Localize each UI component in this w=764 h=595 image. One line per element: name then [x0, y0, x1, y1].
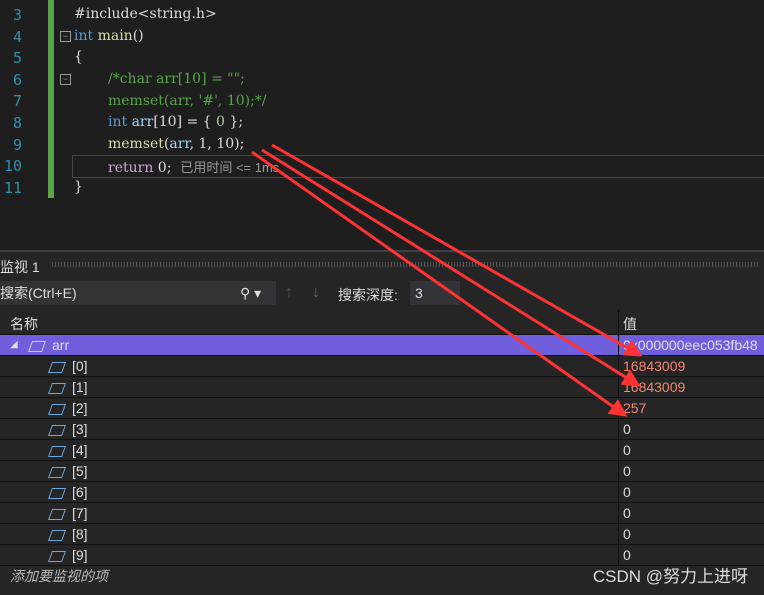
depth-label: 搜索深度:	[338, 287, 398, 303]
value-cell: 0	[618, 419, 631, 439]
watermark: CSDN @努力上进呀	[592, 567, 748, 586]
variable-icon	[47, 382, 67, 394]
table-row[interactable]: [2] 257	[0, 398, 764, 419]
fold-icon[interactable]: −	[60, 74, 71, 85]
element-name: [5]	[47, 461, 88, 481]
variable-icon	[47, 529, 67, 541]
variable-icon	[47, 361, 67, 373]
watch-panel: 监视 1 搜索(Ctrl+E) ⚲ ▾ ↑ ↓ 搜索深度: 3 名称 值 ◢ arr 0…	[0, 252, 764, 595]
line-number: 5	[12, 49, 22, 68]
watch-grid: 名称值 ◢ arr 0x000000eec053fb48 [0] 16843009 [1…	[0, 310, 764, 586]
line-number: 10	[3, 157, 22, 176]
table-row[interactable]: ◢ arr 0x000000eec053fb48	[0, 335, 764, 356]
value-cell: 0	[618, 440, 631, 460]
element-name: [1]	[47, 377, 88, 397]
table-row[interactable]: [1] 16843009	[0, 377, 764, 398]
code-editor[interactable]: − − 3 4 5 6 7 8 9 10 11 #include<string.h> int m…	[0, 0, 764, 250]
value-cell: 0x000000eec053fb48	[618, 335, 758, 355]
variable-icon	[47, 445, 67, 457]
value-cell: 0	[618, 482, 631, 502]
line-number: 11	[3, 178, 22, 197]
code-line-4: int main()	[74, 28, 144, 44]
code-line-8: int arr[10] = { 0 };	[108, 114, 244, 130]
variable-icon	[47, 466, 67, 478]
line-number: 7	[12, 92, 22, 111]
element-name: [7]	[47, 503, 88, 523]
code-line-10: return 0; 已用时间 <= 1ms	[108, 160, 280, 176]
variable-icon	[47, 487, 67, 499]
perf-tip: 已用时间 <= 1ms	[180, 160, 280, 175]
table-row[interactable]: [3] 0	[0, 419, 764, 440]
variable-icon	[47, 403, 67, 415]
line-number: 6	[12, 70, 22, 89]
table-row[interactable]: [0] 16843009	[0, 356, 764, 377]
collapse-icon[interactable]: ◢	[10, 335, 18, 355]
depth-select[interactable]: 3	[410, 281, 460, 305]
search-prev-icon[interactable]: ↑	[285, 284, 293, 302]
element-name: [9]	[47, 545, 88, 565]
value-cell: 16843009	[618, 356, 685, 376]
element-name: [2]	[47, 398, 88, 418]
table-row[interactable]: [7] 0	[0, 503, 764, 524]
code-line-11: }	[74, 179, 83, 195]
element-name: [4]	[47, 440, 88, 460]
element-name: [8]	[47, 524, 88, 544]
value-cell: 257	[618, 398, 646, 418]
code-line-5: {	[74, 49, 83, 65]
table-row[interactable]: [6] 0	[0, 482, 764, 503]
table-row[interactable]: [4] 0	[0, 440, 764, 461]
variable-icon	[27, 340, 47, 352]
search-input[interactable]: 搜索(Ctrl+E) ⚲ ▾	[0, 281, 276, 305]
value-cell: 0	[618, 524, 631, 544]
element-name: [0]	[47, 356, 88, 376]
line-number: 8	[12, 114, 22, 132]
line-number: 4	[12, 27, 22, 46]
table-row[interactable]: [5] 0	[0, 461, 764, 482]
element-name: [3]	[47, 419, 88, 439]
code-line-6: /*char arr[10] = "";	[108, 71, 245, 87]
variable-icon	[47, 424, 67, 436]
line-number: 9	[12, 135, 22, 154]
code-line-9: memset(arr, 1, 10);	[108, 136, 245, 152]
line-number: 3	[12, 6, 22, 24]
variable-icon	[47, 550, 67, 562]
table-row[interactable]: [8] 0	[0, 524, 764, 545]
column-value[interactable]: 值	[618, 310, 637, 338]
watch-title: 监视 1	[0, 259, 40, 275]
value-cell: 16843009	[618, 377, 685, 397]
variable-icon	[47, 508, 67, 520]
search-next-icon[interactable]: ↓	[312, 284, 320, 302]
code-line-7: memset(arr, '#', 10);*/	[108, 93, 267, 109]
fold-icon[interactable]: −	[60, 31, 71, 42]
column-name[interactable]: 名称	[10, 314, 38, 334]
element-name: [6]	[47, 482, 88, 502]
drag-grip[interactable]	[52, 262, 760, 267]
value-cell: 0	[618, 503, 631, 523]
search-icon[interactable]: ⚲ ▾	[240, 281, 261, 305]
code-line-3: #include<string.h>	[74, 6, 217, 22]
value-cell: 0	[618, 461, 631, 481]
change-bar	[48, 0, 54, 198]
